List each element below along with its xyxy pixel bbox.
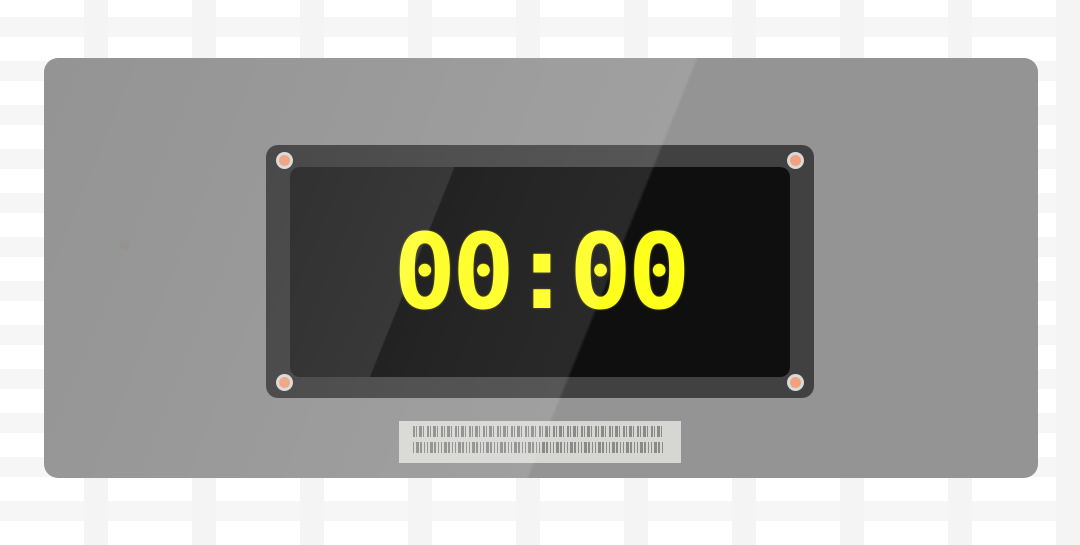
panel-marking[interactable] xyxy=(120,240,130,250)
screw-bottom-right-icon[interactable] xyxy=(790,377,801,388)
device-panel: 00:00 xyxy=(44,58,1038,478)
lcd-screen: 00:00 xyxy=(290,167,790,377)
screw-top-left-icon[interactable] xyxy=(279,155,290,166)
screw-top-right-icon[interactable] xyxy=(790,155,801,166)
time-readout: 00:00 xyxy=(393,211,690,333)
display-bezel: 00:00 xyxy=(266,145,814,398)
barcode-row-bottom xyxy=(413,442,663,453)
screw-bottom-left-icon[interactable] xyxy=(279,377,290,388)
barcode-row-top xyxy=(413,426,663,437)
barcode-label-plate[interactable] xyxy=(399,421,681,463)
